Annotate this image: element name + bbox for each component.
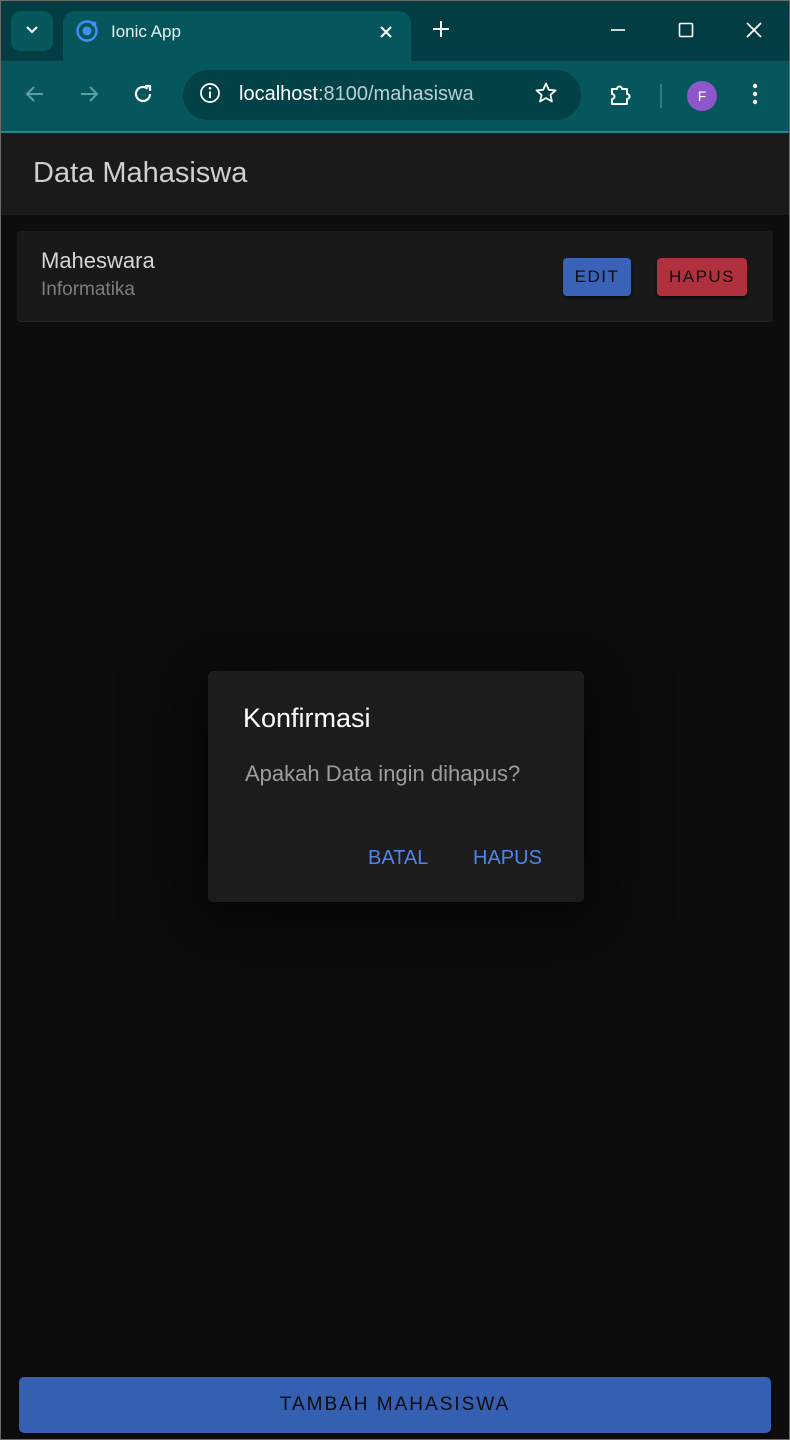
reload-icon — [132, 83, 154, 110]
url-text: localhost:8100/mahasiswa — [239, 83, 474, 106]
browser-window: Ionic App localhost:8100/mahasiswa F Dat… — [0, 0, 790, 1440]
maximize-button[interactable] — [669, 15, 703, 49]
site-info-button[interactable] — [193, 78, 227, 112]
student-list-item: Maheswara Informatika EDIT HAPUS — [17, 231, 773, 322]
delete-button[interactable]: HAPUS — [657, 258, 747, 296]
maximize-icon — [678, 22, 694, 43]
tab-strip: Ionic App — [1, 1, 789, 61]
ionic-logo-icon — [75, 19, 99, 43]
minimize-button[interactable] — [601, 15, 635, 49]
browser-tab-active[interactable]: Ionic App — [63, 11, 411, 61]
url-path: :8100/mahasiswa — [317, 83, 474, 105]
page-title: Data Mahasiswa — [33, 157, 248, 189]
plus-icon — [432, 20, 450, 43]
close-window-button[interactable] — [737, 15, 771, 49]
app-header: Data Mahasiswa — [1, 133, 789, 215]
extensions-button[interactable] — [603, 78, 639, 114]
browser-menu-button[interactable] — [737, 78, 773, 114]
confirm-dialog: Konfirmasi Apakah Data ingin dihapus? BA… — [208, 671, 584, 902]
tab-search-button[interactable] — [11, 11, 53, 51]
new-tab-button[interactable] — [427, 17, 455, 45]
forward-button[interactable] — [71, 78, 107, 114]
tab-title: Ionic App — [111, 22, 181, 41]
arrow-right-icon — [78, 83, 100, 110]
more-vertical-icon — [751, 82, 759, 111]
arrow-left-icon — [24, 83, 46, 110]
minimize-icon — [610, 22, 626, 43]
student-name: Maheswara — [41, 248, 155, 273]
dialog-message: Apakah Data ingin dihapus? — [245, 761, 521, 786]
close-tab-icon[interactable] — [375, 21, 397, 43]
app-footer: TAMBAH MAHASISWA — [1, 1361, 789, 1439]
star-icon — [534, 81, 558, 110]
url-host: localhost — [239, 83, 318, 105]
profile-avatar[interactable]: F — [687, 81, 717, 111]
back-button[interactable] — [17, 78, 53, 114]
dialog-confirm-button[interactable]: HAPUS — [473, 847, 542, 870]
address-bar[interactable]: localhost:8100/mahasiswa — [183, 70, 581, 120]
info-icon — [199, 82, 221, 109]
dialog-cancel-button[interactable]: BATAL — [368, 847, 428, 870]
student-major: Informatika — [41, 279, 135, 300]
reload-button[interactable] — [125, 78, 161, 114]
edit-button[interactable]: EDIT — [563, 258, 631, 296]
add-student-button[interactable]: TAMBAH MAHASISWA — [19, 1377, 771, 1433]
bookmark-button[interactable] — [529, 78, 563, 112]
chevron-down-icon — [24, 21, 40, 42]
dialog-title: Konfirmasi — [243, 703, 371, 733]
browser-toolbar: localhost:8100/mahasiswa F — [1, 61, 789, 133]
puzzle-icon — [608, 81, 634, 112]
close-icon — [745, 21, 763, 44]
toolbar-divider — [660, 84, 662, 108]
